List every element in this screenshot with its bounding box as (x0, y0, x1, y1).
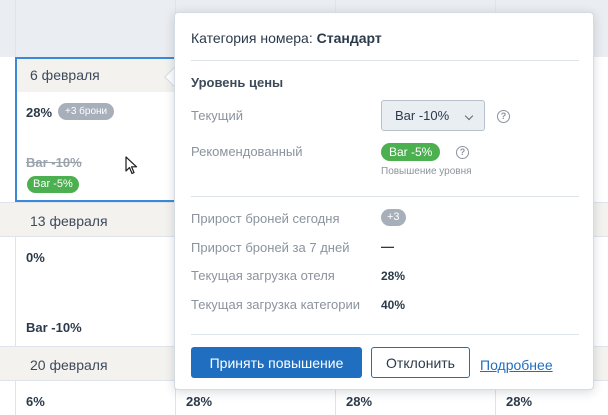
room-category: Стандарт (316, 30, 382, 46)
week-date: 13 февраля (30, 213, 108, 229)
category-load-label: Текущая загрузка категории (191, 297, 361, 312)
occupancy-value: 28% (506, 394, 533, 409)
details-link[interactable]: Подробнее (480, 357, 553, 373)
popover-title-prefix: Категория номера: (191, 30, 313, 46)
occupancy-value: 28% (346, 394, 373, 409)
accept-increase-button[interactable]: Принять повышение (191, 347, 362, 378)
occupancy-value: 6% (26, 394, 45, 409)
recommended-note: Повышение уровня (381, 166, 472, 177)
week-date: 20 февраля (30, 357, 108, 373)
price-recommendation-popover: Категория номера: Стандарт Уровень цены … (174, 12, 594, 390)
calendar-screen: 6 февраля 28% +3 брони Bar -10% Bar -5% … (0, 0, 608, 415)
selected-day-cell[interactable] (15, 57, 178, 202)
price-level-title: Уровень цены (191, 75, 284, 90)
bookings-week-label: Прирост броней за 7 дней (191, 240, 350, 255)
occupancy-value: 28% (186, 394, 213, 409)
bookings-today-label: Прирост броней сегодня (191, 211, 340, 226)
decline-button[interactable]: Отклонить (371, 347, 470, 378)
rate-value[interactable]: Bar -10% (26, 320, 82, 335)
recommended-level-label: Рекомендованный (191, 144, 303, 159)
divider (191, 334, 579, 335)
hotel-load-label: Текущая загрузка отеля (191, 268, 335, 283)
divider (191, 60, 579, 61)
popover-title: Категория номера: Стандарт (191, 30, 382, 46)
hotel-load-value: 28% (381, 269, 406, 283)
question-circle-icon[interactable]: ? (456, 146, 469, 159)
question-circle-icon[interactable]: ? (497, 110, 510, 123)
bookings-week-value: — (381, 239, 394, 254)
divider (191, 196, 579, 197)
recommended-level-badge: Bar -5% (381, 143, 441, 161)
occupancy-value: 0% (26, 250, 45, 265)
current-level-label: Текущий (191, 108, 243, 123)
chevron-down-icon (464, 111, 474, 121)
current-level-value: Bar -10% (395, 108, 450, 123)
category-load-value: 40% (381, 298, 406, 312)
current-level-select[interactable]: Bar -10% (381, 100, 485, 131)
bookings-today-badge: +3 (381, 209, 406, 226)
mouse-pointer-icon (125, 156, 138, 175)
